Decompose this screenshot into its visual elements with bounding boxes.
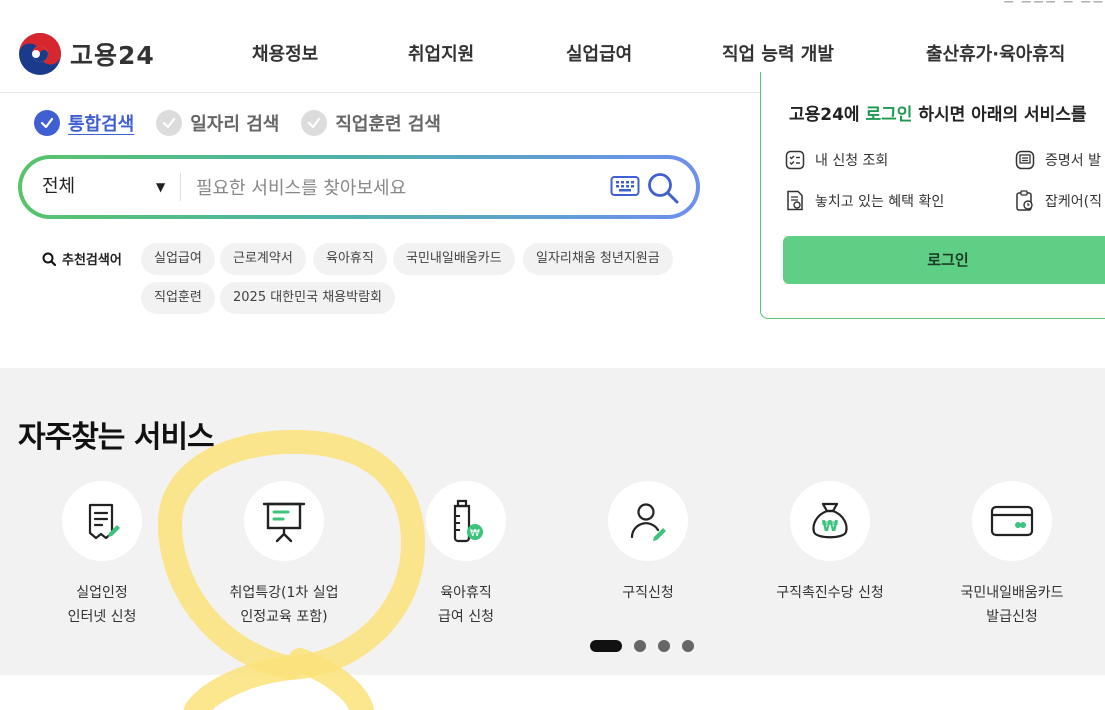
keyword-chip[interactable]: 국민내일배움카드 xyxy=(393,243,515,275)
service-icon-circle xyxy=(972,481,1052,561)
keyword-chip[interactable]: 일자리채움 청년지원금 xyxy=(523,243,673,275)
svg-text:₩: ₩ xyxy=(822,517,839,535)
pagination-dot[interactable] xyxy=(682,640,694,652)
service-learning-card[interactable]: 국민내일배움카드 발급신청 xyxy=(927,481,1097,629)
dropdown-arrow-icon[interactable]: ▼ xyxy=(156,159,165,215)
tab-job-search[interactable]: 일자리 검색 xyxy=(156,110,279,136)
check-icon xyxy=(301,110,328,136)
pagination-dot[interactable] xyxy=(590,640,622,652)
login-message: 고용24에 로그인 하시면 아래의 서비스를 xyxy=(789,100,1087,125)
login-message-suffix: 하시면 아래의 서비스를 xyxy=(912,105,1087,125)
service-label-line2: 인터넷 신청 xyxy=(67,609,137,625)
search-input[interactable] xyxy=(194,167,598,209)
service-label-line1: 국민내일배움카드 xyxy=(960,585,1064,601)
service-label-line1: 구직신청 xyxy=(622,585,674,601)
document-search-icon xyxy=(787,190,803,211)
top-utility-links[interactable]: ㅡ ㅡㅡㅡ ㅡ ㅡㅡ xyxy=(1004,0,1105,10)
missed-benefits-link[interactable]: 놓치고 있는 혜택 확인 xyxy=(785,190,944,212)
service-label: 구직신청 xyxy=(563,581,733,605)
service-label: 실업인정 인터넷 신청 xyxy=(17,581,187,629)
certificate-label: 증명서 발 xyxy=(1045,153,1101,169)
certificate-icon xyxy=(1015,150,1035,170)
service-label: 육아휴직 급여 신청 xyxy=(381,581,551,629)
service-employment-lecture[interactable]: 취업특강(1차 실업 인정교육 포함) xyxy=(199,481,369,629)
service-label-line1: 실업인정 xyxy=(76,585,128,601)
money-bag-icon: ₩ xyxy=(812,502,848,539)
document-pen-icon xyxy=(88,503,120,540)
missed-benefits-label: 놓치고 있는 혜택 확인 xyxy=(815,194,945,210)
baby-bottle-won-icon: ₩ xyxy=(453,499,483,543)
logo[interactable]: 고용24 xyxy=(18,32,155,76)
login-message-prefix: 고용24에 xyxy=(789,105,866,125)
nav-item-jobs[interactable]: 채용정보 xyxy=(252,40,318,66)
service-label-line2: 발급신청 xyxy=(986,609,1038,625)
login-link[interactable]: 로그인 xyxy=(866,105,913,125)
check-icon xyxy=(156,110,183,136)
service-icon-circle xyxy=(244,481,324,561)
service-label-line1: 구직촉진수당 신청 xyxy=(776,585,884,601)
keyword-chip[interactable]: 육아휴직 xyxy=(313,243,387,275)
tab-label: 직업훈련 검색 xyxy=(335,114,441,135)
service-label: 국민내일배움카드 발급신청 xyxy=(927,581,1097,629)
my-applications-link[interactable]: 내 신청 조회 xyxy=(785,150,888,170)
keyword-chip[interactable]: 근로계약서 xyxy=(220,243,306,275)
my-applications-label: 내 신청 조회 xyxy=(815,153,889,169)
jobcare-link[interactable]: 잡케어(직 xyxy=(1015,190,1102,212)
tab-integrated-search[interactable]: 통합검색 xyxy=(34,110,134,136)
keyboard-icon[interactable] xyxy=(610,173,640,199)
search-icon[interactable] xyxy=(646,171,680,205)
certificate-link[interactable]: 증명서 발 xyxy=(1015,150,1101,170)
service-parental-leave-benefit[interactable]: ₩ 육아휴직 급여 신청 xyxy=(381,481,551,629)
login-panel: 고용24에 로그인 하시면 아래의 서비스를 내 신청 조회 증명서 발 놓치고… xyxy=(760,72,1105,319)
search-icon xyxy=(42,252,56,266)
tab-label: 통합검색 xyxy=(68,114,135,135)
service-label: 구직촉진수당 신청 xyxy=(745,581,915,605)
nav-item-maternity-parental-leave[interactable]: 출산휴가·육아휴직 xyxy=(926,40,1065,66)
divider xyxy=(180,173,181,201)
keyword-chip[interactable]: 실업급여 xyxy=(141,243,215,275)
service-icon-circle: ₩ xyxy=(426,481,506,561)
nav-item-unemployment-benefits[interactable]: 실업급여 xyxy=(566,40,632,66)
service-label-line2: 급여 신청 xyxy=(438,609,494,625)
login-button[interactable]: 로그인 xyxy=(783,236,1105,284)
person-pen-icon xyxy=(630,503,666,541)
taegeuk-logo-icon xyxy=(19,33,61,75)
pagination-dot[interactable] xyxy=(634,640,646,652)
carousel-pagination xyxy=(590,640,706,652)
nav-item-employment-support[interactable]: 취업지원 xyxy=(408,40,474,66)
frequent-services-section: 자주찾는 서비스 실업인정 인터넷 신청 취업특강(1차 실업 인정교육 포함)… xyxy=(0,368,1105,675)
nav-item-vocational-training[interactable]: 직업 능력 개발 xyxy=(722,40,834,66)
search-tabs: 통합검색 일자리 검색 직업훈련 검색 xyxy=(34,110,463,136)
service-icon-circle xyxy=(62,481,142,561)
service-label-line1: 육아휴직 xyxy=(440,585,492,601)
search-box: 전체 ▼ xyxy=(18,155,700,219)
check-icon xyxy=(34,110,60,136)
service-label: 취업특강(1차 실업 인정교육 포함) xyxy=(199,581,369,629)
tab-label: 일자리 검색 xyxy=(190,114,280,135)
pagination-dot[interactable] xyxy=(658,640,670,652)
search-category-select[interactable]: 전체 xyxy=(42,159,172,215)
presentation-board-icon xyxy=(262,502,306,543)
service-label-line2: 인정교육 포함) xyxy=(240,609,328,625)
jobcare-label: 잡케어(직 xyxy=(1045,194,1102,210)
service-label-line1: 취업특강(1차 실업 xyxy=(229,585,339,601)
section-title: 자주찾는 서비스 xyxy=(18,420,215,455)
service-unemployment-recognition[interactable]: 실업인정 인터넷 신청 xyxy=(17,481,187,629)
recommended-label-text: 추천검색어 xyxy=(62,253,122,268)
service-job-seeking-allowance[interactable]: ₩ 구직촉진수당 신청 xyxy=(745,481,915,605)
service-job-application[interactable]: 구직신청 xyxy=(563,481,733,605)
card-icon xyxy=(990,505,1034,537)
logo-text: 고용24 xyxy=(70,41,155,70)
recommended-label: 추천검색어 xyxy=(42,249,122,268)
svg-text:₩: ₩ xyxy=(470,528,480,539)
service-icon-circle xyxy=(608,481,688,561)
keyword-chip[interactable]: 2025 대한민국 채용박람회 xyxy=(220,282,395,314)
tab-training-search[interactable]: 직업훈련 검색 xyxy=(301,110,441,136)
service-icon-circle: ₩ xyxy=(790,481,870,561)
clipboard-clock-icon xyxy=(1016,190,1033,211)
search-inner: 전체 ▼ xyxy=(22,159,696,215)
keyword-chip[interactable]: 직업훈련 xyxy=(141,282,215,314)
checklist-icon xyxy=(785,150,805,170)
